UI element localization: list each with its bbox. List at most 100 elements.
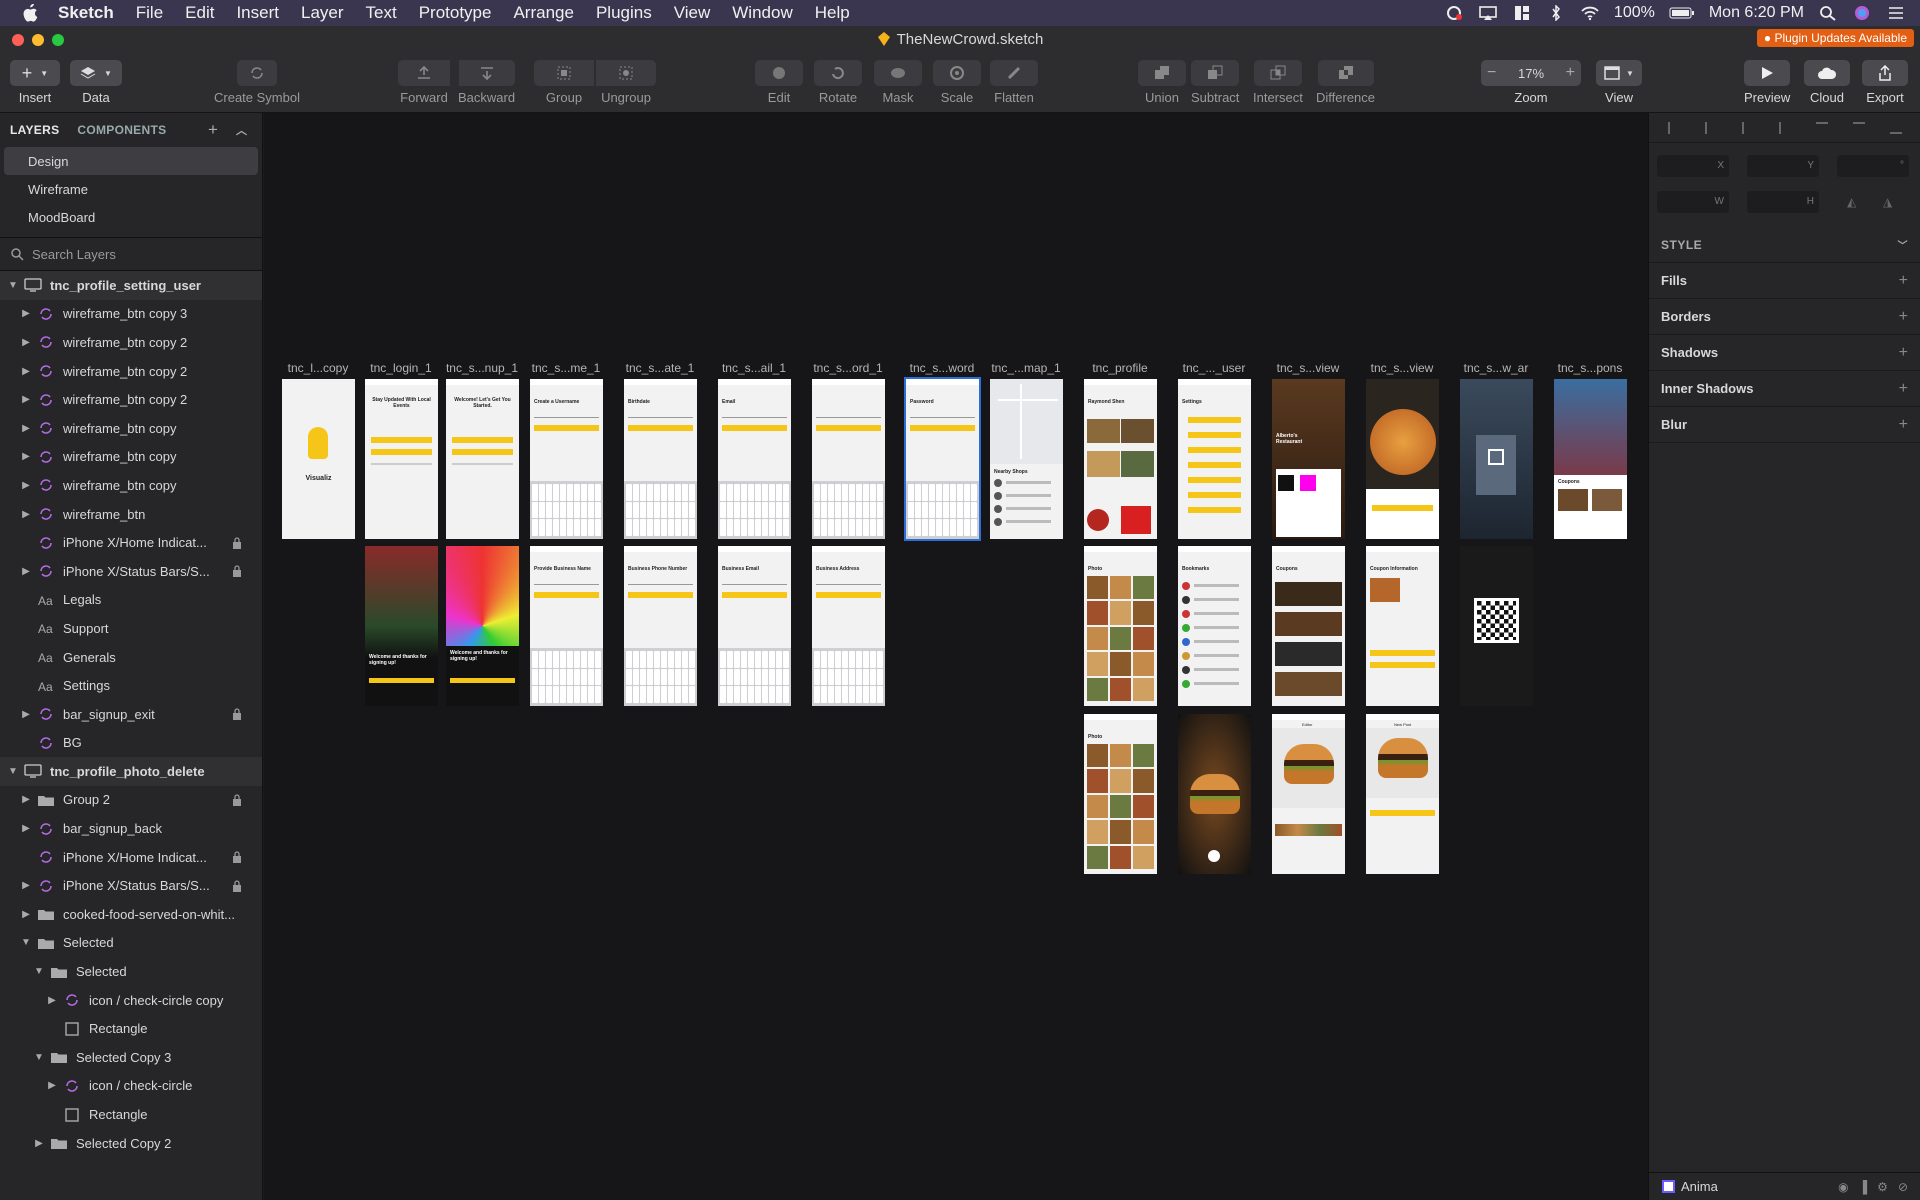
anima-record-icon[interactable]: ◉: [1838, 1180, 1848, 1194]
layer-artboard[interactable]: ▼ tnc_profile_setting_user: [0, 271, 262, 300]
layer-row[interactable]: ▶ wireframe_btn copy 2: [0, 357, 262, 386]
disclosure-closed-icon[interactable]: ▶: [19, 480, 33, 491]
create-symbol-tool[interactable]: Create Symbol: [214, 60, 300, 105]
x-position-field[interactable]: X: [1657, 155, 1729, 177]
menu-plugins[interactable]: Plugins: [596, 3, 652, 23]
union-tool[interactable]: Union: [1138, 60, 1186, 105]
ungroup-button[interactable]: [596, 60, 656, 86]
rotate-button[interactable]: [814, 60, 862, 86]
artboard-thumbnail[interactable]: [1178, 714, 1251, 874]
preview-button[interactable]: [1744, 60, 1791, 86]
artboard-title[interactable]: tnc_l...copy: [278, 361, 358, 375]
spotlight-search-icon[interactable]: [1818, 5, 1838, 21]
align-center-icon[interactable]: [1704, 121, 1717, 134]
layer-row[interactable]: Rectangle: [0, 1014, 262, 1043]
menu-window[interactable]: Window: [732, 3, 792, 23]
layer-row[interactable]: ▶ iPhone X/Status Bars/S...: [0, 557, 262, 586]
artboard-thumbnail[interactable]: [1366, 379, 1439, 539]
zoom-out-button[interactable]: −: [1487, 64, 1496, 82]
artboard-title[interactable]: tnc_profile: [1080, 361, 1160, 375]
union-button[interactable]: [1138, 60, 1186, 86]
artboard-title[interactable]: tnc_s...ate_1: [620, 361, 700, 375]
menu-app-name[interactable]: Sketch: [58, 3, 114, 23]
layer-row[interactable]: iPhone X/Home Indicat...: [0, 528, 262, 557]
artboard-title[interactable]: tnc_s...w_ar: [1456, 361, 1536, 375]
menu-insert[interactable]: Insert: [236, 3, 279, 23]
tab-layers[interactable]: LAYERS: [10, 123, 59, 137]
backward-button[interactable]: [458, 60, 515, 86]
artboard-thumbnail[interactable]: Nearby Shops: [990, 379, 1063, 539]
flip-horizontal-icon[interactable]: ◭: [1847, 195, 1856, 209]
layer-row[interactable]: ▶ wireframe_btn copy 2: [0, 328, 262, 357]
creative-cloud-icon[interactable]: [1444, 5, 1464, 21]
artboard-thumbnail[interactable]: [1460, 379, 1533, 539]
page-moodboard[interactable]: MoodBoard: [0, 203, 262, 231]
artboard-thumbnail[interactable]: Raymond Shen: [1084, 379, 1157, 539]
apple-menu-icon[interactable]: [22, 4, 38, 22]
disclosure-open-icon[interactable]: ▼: [6, 766, 20, 777]
menu-text[interactable]: Text: [366, 3, 397, 23]
layer-row[interactable]: ▶ wireframe_btn copy: [0, 471, 262, 500]
siri-icon[interactable]: [1852, 5, 1872, 21]
backward-tool[interactable]: Backward: [458, 60, 515, 105]
export-tool[interactable]: Export: [1862, 60, 1908, 105]
artboard-thumbnail[interactable]: Coupons: [1272, 546, 1345, 706]
wifi-icon[interactable]: [1580, 5, 1600, 21]
layer-row[interactable]: ▶ wireframe_btn copy 3: [0, 300, 262, 329]
layer-row[interactable]: Rectangle: [0, 1100, 262, 1129]
artboard-title[interactable]: tnc_s...ord_1: [808, 361, 888, 375]
artboard-thumbnail[interactable]: Business Email: [718, 546, 791, 706]
artboard-thumbnail[interactable]: Stay Updated With Local Events: [365, 379, 438, 539]
disclosure-closed-icon[interactable]: ▶: [45, 1080, 59, 1091]
disclosure-closed-icon[interactable]: ▶: [19, 823, 33, 834]
flatten-tool[interactable]: Flatten: [990, 60, 1038, 105]
anima-disable-icon[interactable]: ⊘: [1898, 1180, 1908, 1194]
data-button[interactable]: ▼: [70, 60, 122, 86]
align-middle-icon[interactable]: [1852, 121, 1865, 134]
disclosure-open-icon[interactable]: ▼: [32, 1052, 46, 1063]
artboard-title[interactable]: tnc_...map_1: [986, 361, 1066, 375]
layer-row[interactable]: ▼ Selected: [0, 929, 262, 958]
mask-tool[interactable]: Mask: [874, 60, 922, 105]
artboard-title[interactable]: tnc_s...word: [902, 361, 982, 375]
layer-artboard[interactable]: ▼ tnc_profile_photo_delete: [0, 757, 262, 786]
layer-row[interactable]: ▶ Selected Copy 2: [0, 1129, 262, 1158]
artboard-thumbnail[interactable]: Business Address: [812, 546, 885, 706]
artboard-thumbnail[interactable]: Alberto's Restaurant: [1272, 379, 1345, 539]
add-border-icon[interactable]: +: [1899, 308, 1908, 326]
artboard-thumbnail[interactable]: Visualiz: [282, 379, 355, 539]
align-right-icon[interactable]: [1778, 121, 1791, 134]
artboard-thumbnail[interactable]: [812, 379, 885, 539]
layer-row[interactable]: ▶ iPhone X/Status Bars/S...: [0, 871, 262, 900]
layer-row[interactable]: Aa Legals: [0, 586, 262, 615]
artboard-thumbnail[interactable]: Password: [904, 377, 981, 541]
lock-icon[interactable]: [232, 794, 242, 806]
data-tool[interactable]: ▼ Data: [70, 60, 122, 105]
insert-tool[interactable]: + ▼ Insert: [10, 60, 60, 105]
add-page-icon[interactable]: +: [208, 120, 218, 140]
forward-tool[interactable]: Forward: [398, 60, 450, 105]
collapse-pages-icon[interactable]: ︿: [236, 122, 247, 138]
disclosure-open-icon[interactable]: ▼: [32, 966, 46, 977]
minimize-window-button[interactable]: [32, 34, 44, 46]
layer-row[interactable]: ▶ Group 2: [0, 786, 262, 815]
insert-button[interactable]: + ▼: [10, 60, 60, 86]
artboard-title[interactable]: tnc_s...ail_1: [714, 361, 794, 375]
view-button[interactable]: ▼: [1596, 60, 1642, 86]
zoom-in-button[interactable]: +: [1566, 64, 1575, 82]
disclosure-closed-icon[interactable]: ▶: [19, 423, 33, 434]
group-button[interactable]: [534, 60, 594, 86]
ungroup-tool[interactable]: Ungroup: [596, 60, 656, 105]
disclosure-open-icon[interactable]: ▼: [6, 280, 20, 291]
zoom-window-button[interactable]: [52, 34, 64, 46]
scale-button[interactable]: [933, 60, 981, 86]
add-fill-icon[interactable]: +: [1899, 272, 1908, 290]
disclosure-closed-icon[interactable]: ▶: [19, 909, 33, 920]
artboard-thumbnail[interactable]: Business Phone Number: [624, 546, 697, 706]
export-button[interactable]: [1862, 60, 1908, 86]
artboard-thumbnail[interactable]: New Post: [1366, 714, 1439, 874]
layer-row[interactable]: ▼ Selected Copy 3: [0, 1043, 262, 1072]
disclosure-closed-icon[interactable]: ▶: [19, 337, 33, 348]
intersect-button[interactable]: [1253, 60, 1302, 86]
artboard-thumbnail[interactable]: Provide Business Name: [530, 546, 603, 706]
